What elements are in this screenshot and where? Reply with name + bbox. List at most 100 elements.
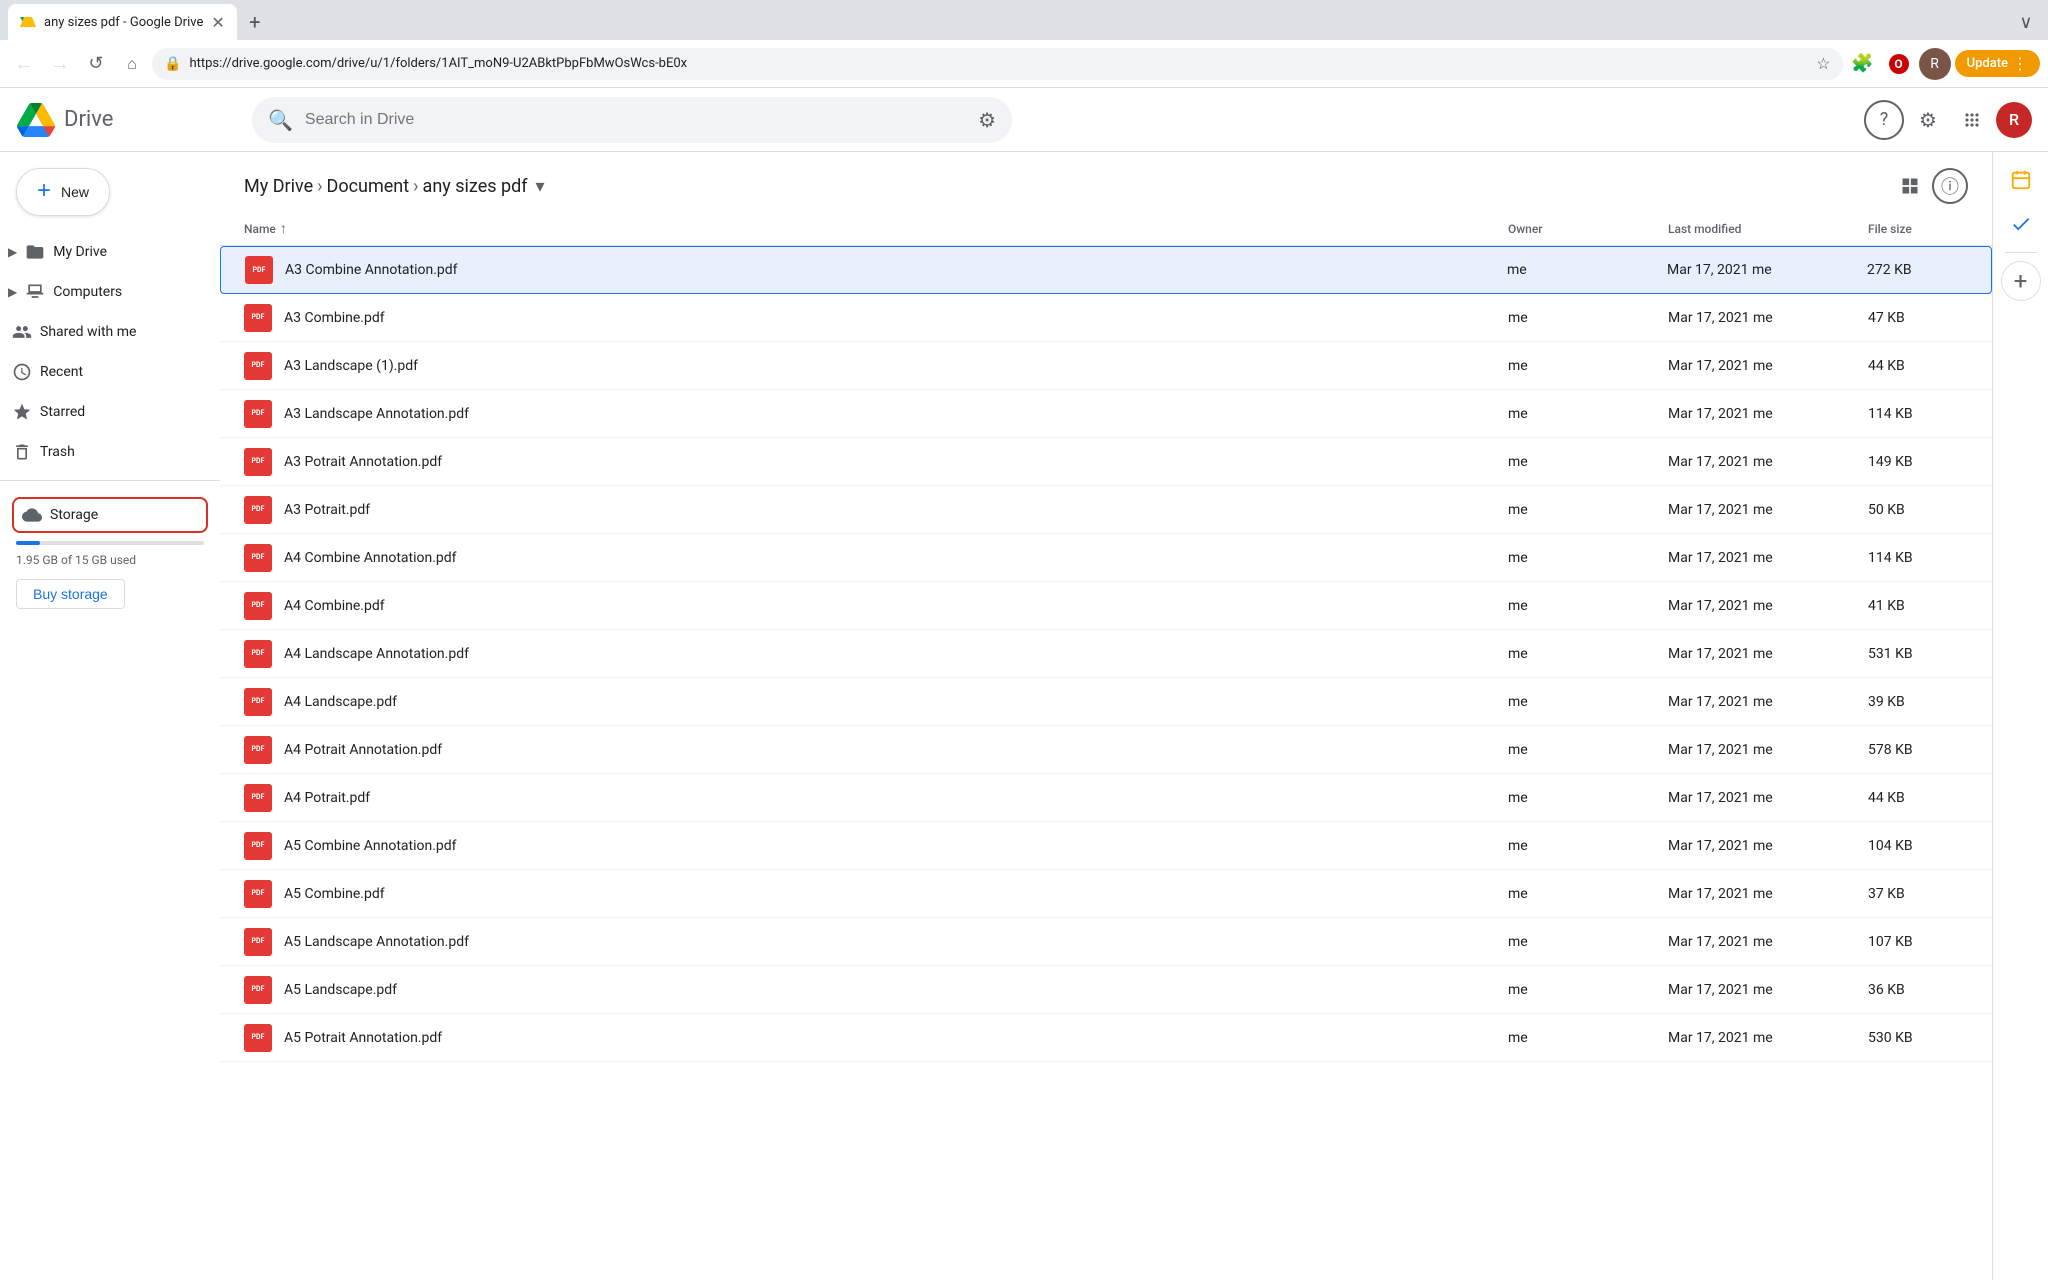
tab-close-icon[interactable]: ✕: [211, 13, 224, 32]
grid-view-button[interactable]: [1892, 168, 1928, 204]
search-input[interactable]: [305, 111, 966, 129]
help-button[interactable]: ?: [1864, 100, 1904, 140]
home-button[interactable]: ⌂: [116, 48, 148, 80]
drive-logo[interactable]: Drive: [16, 103, 236, 137]
new-button[interactable]: + New: [16, 168, 110, 216]
tasks-button[interactable]: [2001, 204, 2041, 244]
table-row[interactable]: PDF A5 Landscape.pdf me Mar 17, 2021 me …: [220, 966, 1992, 1014]
col-owner-header[interactable]: Owner: [1508, 222, 1668, 236]
filter-icon[interactable]: ⚙: [978, 108, 996, 132]
file-owner: me: [1508, 1030, 1668, 1046]
file-modified: Mar 17, 2021 me: [1668, 742, 1868, 758]
file-name: A4 Potrait.pdf: [284, 790, 370, 806]
right-panel-divider: [2005, 252, 2037, 253]
info-button[interactable]: ⓘ: [1932, 168, 1968, 204]
extensions-icon[interactable]: 🧩: [1847, 48, 1879, 80]
col-name-header[interactable]: Name ↑: [244, 220, 1508, 237]
user-avatar[interactable]: R: [1996, 102, 2032, 138]
sidebar-item-my-drive[interactable]: ▶ My Drive: [0, 232, 212, 272]
sidebar-item-recent[interactable]: Recent: [0, 352, 212, 392]
breadcrumb-sep-2: ›: [413, 176, 418, 197]
browser-tab[interactable]: any sizes pdf - Google Drive ✕: [8, 4, 237, 40]
breadcrumb-item-mydrive[interactable]: My Drive: [244, 176, 313, 197]
table-row[interactable]: PDF A5 Combine.pdf me Mar 17, 2021 me 37…: [220, 870, 1992, 918]
sidebar-item-computers[interactable]: ▶ Computers: [0, 272, 212, 312]
col-size-header[interactable]: File size: [1868, 222, 1968, 236]
people-icon: [12, 322, 32, 342]
buy-storage-button[interactable]: Buy storage: [16, 579, 125, 609]
reload-button[interactable]: ↺: [80, 48, 112, 80]
file-modified: Mar 17, 2021 me: [1668, 646, 1868, 662]
table-row[interactable]: PDF A4 Potrait Annotation.pdf me Mar 17,…: [220, 726, 1992, 774]
sidebar-item-shared[interactable]: Shared with me: [0, 312, 212, 352]
calendar-button[interactable]: [2001, 160, 2041, 200]
pdf-icon: PDF: [244, 688, 272, 716]
forward-button[interactable]: →: [44, 48, 76, 80]
sort-asc-icon: ↑: [280, 220, 287, 237]
pdf-icon: PDF: [244, 544, 272, 572]
table-row[interactable]: PDF A3 Combine.pdf me Mar 17, 2021 me 47…: [220, 294, 1992, 342]
search-bar[interactable]: 🔍 ⚙: [252, 97, 1012, 143]
back-button[interactable]: ←: [8, 48, 40, 80]
table-row[interactable]: PDF A5 Combine Annotation.pdf me Mar 17,…: [220, 822, 1992, 870]
url-text: https://drive.google.com/drive/u/1/folde…: [189, 56, 1808, 71]
expand-icon: ▶: [8, 245, 17, 259]
star-icon[interactable]: ☆: [1816, 54, 1830, 73]
table-row[interactable]: PDF A4 Landscape.pdf me Mar 17, 2021 me …: [220, 678, 1992, 726]
file-size: 41 KB: [1868, 598, 1968, 614]
table-row[interactable]: PDF A5 Landscape Annotation.pdf me Mar 1…: [220, 918, 1992, 966]
table-row[interactable]: PDF A3 Landscape Annotation.pdf me Mar 1…: [220, 390, 1992, 438]
file-size: 578 KB: [1868, 742, 1968, 758]
sidebar-computers-label: Computers: [53, 284, 122, 300]
storage-item[interactable]: Storage: [12, 497, 208, 533]
breadcrumb-current: any sizes pdf: [423, 176, 528, 197]
file-name: A3 Landscape (1).pdf: [284, 358, 418, 374]
table-row[interactable]: PDF A3 Potrait.pdf me Mar 17, 2021 me 50…: [220, 486, 1992, 534]
file-name: A4 Landscape.pdf: [284, 694, 397, 710]
breadcrumb-item-document[interactable]: Document: [327, 176, 410, 197]
file-modified: Mar 17, 2021 me: [1668, 886, 1868, 902]
new-tab-button[interactable]: +: [241, 8, 269, 36]
pdf-icon: PDF: [245, 256, 273, 284]
file-owner: me: [1508, 646, 1668, 662]
file-modified: Mar 17, 2021 me: [1668, 934, 1868, 950]
pdf-icon: PDF: [244, 976, 272, 1004]
address-bar[interactable]: 🔒 https://drive.google.com/drive/u/1/fol…: [152, 48, 1843, 80]
pdf-icon: PDF: [244, 400, 272, 428]
table-row[interactable]: PDF A5 Potrait Annotation.pdf me Mar 17,…: [220, 1014, 1992, 1062]
file-name: A3 Landscape Annotation.pdf: [284, 406, 469, 422]
apps-button[interactable]: [1952, 100, 1992, 140]
table-row[interactable]: PDF A3 Landscape (1).pdf me Mar 17, 2021…: [220, 342, 1992, 390]
storage-used-text: 1.95 GB of 15 GB used: [16, 553, 204, 567]
table-row[interactable]: PDF A4 Combine.pdf me Mar 17, 2021 me 41…: [220, 582, 1992, 630]
add-panel-button[interactable]: +: [2001, 261, 2041, 301]
sidebar-item-trash[interactable]: Trash: [0, 432, 212, 472]
pdf-icon: PDF: [244, 880, 272, 908]
breadcrumb-dropdown-icon[interactable]: ▾: [536, 176, 545, 197]
storage-label: Storage: [50, 507, 98, 523]
table-row[interactable]: PDF A4 Landscape Annotation.pdf me Mar 1…: [220, 630, 1992, 678]
tab-title: any sizes pdf - Google Drive: [44, 15, 203, 30]
col-modified-header[interactable]: Last modified: [1668, 222, 1868, 236]
sidebar-item-starred[interactable]: Starred: [0, 392, 212, 432]
update-label: Update: [1967, 56, 2008, 71]
update-button[interactable]: Update ⋮: [1955, 50, 2040, 77]
opera-icon[interactable]: O: [1883, 48, 1915, 80]
file-size: 47 KB: [1868, 310, 1968, 326]
file-modified: Mar 17, 2021 me: [1668, 310, 1868, 326]
file-owner: me: [1508, 598, 1668, 614]
file-owner: me: [1508, 982, 1668, 998]
table-row[interactable]: PDF A4 Combine Annotation.pdf me Mar 17,…: [220, 534, 1992, 582]
pdf-icon: PDF: [244, 736, 272, 764]
file-owner: me: [1508, 358, 1668, 374]
profile-avatar-browser[interactable]: R: [1919, 48, 1951, 80]
table-row[interactable]: PDF A3 Combine Annotation.pdf me Mar 17,…: [220, 246, 1992, 294]
storage-section: Storage 1.95 GB of 15 GB used Buy storag…: [0, 489, 220, 625]
table-row[interactable]: PDF A3 Potrait Annotation.pdf me Mar 17,…: [220, 438, 1992, 486]
table-row[interactable]: PDF A4 Potrait.pdf me Mar 17, 2021 me 44…: [220, 774, 1992, 822]
settings-button[interactable]: ⚙: [1908, 100, 1948, 140]
file-modified: Mar 17, 2021 me: [1668, 454, 1868, 470]
browser-menu-icon[interactable]: ∨: [2012, 8, 2040, 36]
star-icon: [12, 402, 32, 422]
file-size: 104 KB: [1868, 838, 1968, 854]
